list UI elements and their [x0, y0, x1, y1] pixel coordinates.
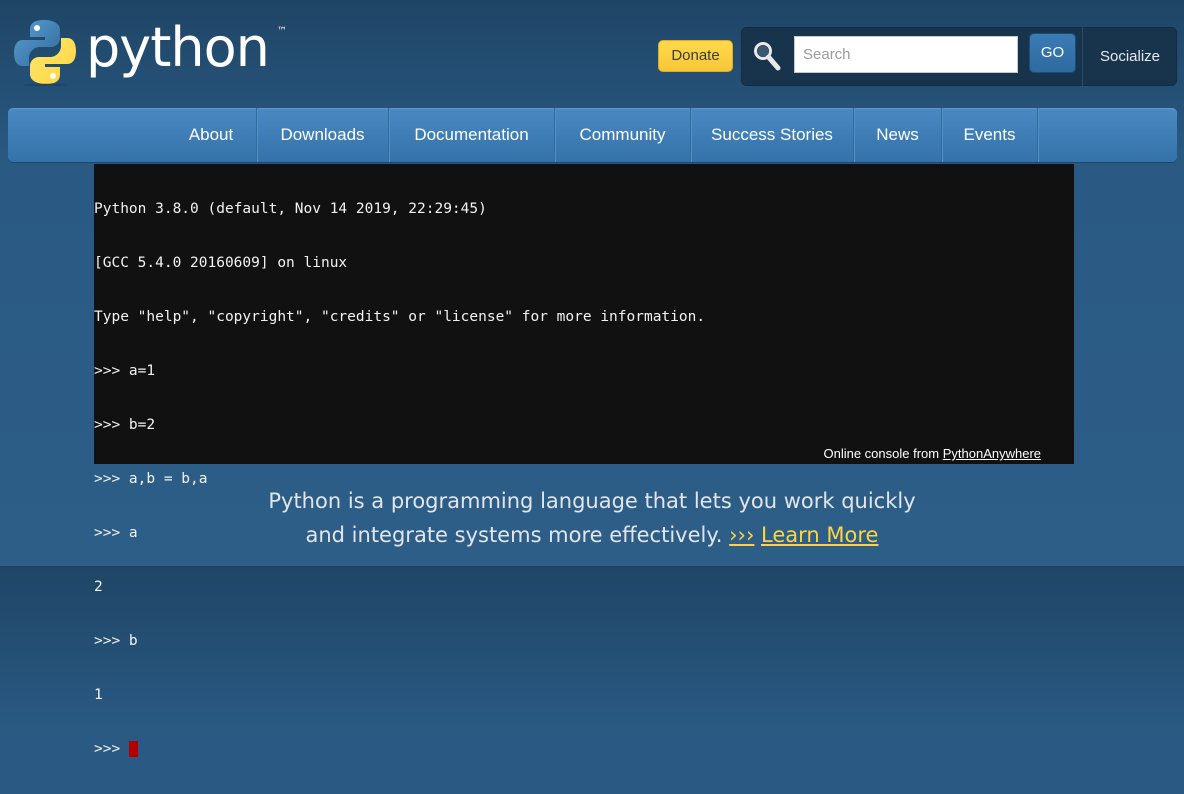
- intro-line-2: and integrate systems more effectively. …: [0, 518, 1184, 552]
- console-line: >>> b=2: [94, 417, 156, 433]
- donate-button[interactable]: Donate: [658, 40, 733, 72]
- console-line: 2: [94, 579, 103, 595]
- console-output: Python 3.8.0 (default, Nov 14 2019, 22:2…: [94, 164, 705, 794]
- search-icon[interactable]: [753, 41, 781, 71]
- go-button[interactable]: GO: [1029, 33, 1076, 73]
- console-prompt: >>>: [94, 741, 129, 757]
- console-line: >>> a=1: [94, 363, 156, 379]
- text-cursor: [128, 741, 138, 757]
- python-logo-icon: [14, 20, 76, 86]
- nav-list: About Downloads Documentation Community …: [166, 108, 1038, 162]
- search-input[interactable]: [794, 36, 1018, 73]
- console-line: Type "help", "copyright", "credits" or "…: [94, 309, 706, 325]
- nav-item-community[interactable]: Community: [555, 108, 691, 162]
- socialize-button[interactable]: Socialize: [1083, 27, 1177, 86]
- learn-more-link[interactable]: Learn More: [761, 523, 878, 547]
- console-prompt-line[interactable]: >>>: [94, 740, 705, 758]
- trademark-symbol: ™: [276, 26, 287, 37]
- console-line: Python 3.8.0 (default, Nov 14 2019, 22:2…: [94, 201, 487, 217]
- nav-item-success-stories[interactable]: Success Stories: [691, 108, 854, 162]
- logo-wordmark: python ™: [86, 16, 287, 79]
- nav-item-documentation[interactable]: Documentation: [389, 108, 555, 162]
- pythonanywhere-link[interactable]: PythonAnywhere: [943, 446, 1041, 461]
- console-attribution-text: Online console from: [823, 446, 943, 461]
- nav-item-about[interactable]: About: [166, 108, 257, 162]
- main-navigation: About Downloads Documentation Community …: [8, 108, 1177, 162]
- learn-more-arrows-icon[interactable]: ›››: [729, 523, 754, 547]
- console-line: 1: [94, 687, 103, 703]
- intro-line-1: Python is a programming language that le…: [268, 489, 916, 513]
- introduction: Python is a programming language that le…: [0, 484, 1184, 552]
- nav-item-news[interactable]: News: [854, 108, 942, 162]
- nav-item-downloads[interactable]: Downloads: [257, 108, 389, 162]
- console-attribution: Online console from PythonAnywhere: [823, 446, 1041, 461]
- console-line: [GCC 5.4.0 20160609] on linux: [94, 255, 348, 271]
- python-logo[interactable]: python ™: [14, 16, 287, 86]
- intro-line-2-text: and integrate systems more effectively.: [305, 523, 723, 547]
- nav-item-events[interactable]: Events: [942, 108, 1038, 162]
- search-panel: GO Socialize: [741, 27, 1177, 86]
- python-console[interactable]: Python 3.8.0 (default, Nov 14 2019, 22:2…: [94, 164, 1074, 757]
- console-line: >>> b: [94, 633, 138, 649]
